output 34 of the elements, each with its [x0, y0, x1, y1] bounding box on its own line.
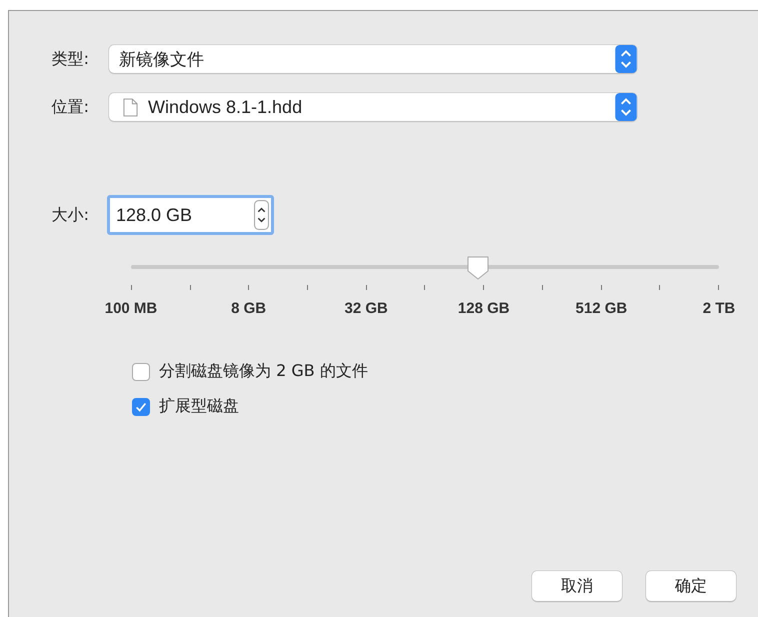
tick-label: 2 TB [702, 300, 736, 317]
tick-mark [131, 285, 132, 290]
tick-label: 32 GB [344, 300, 388, 317]
slider-thumb[interactable] [466, 255, 490, 281]
tick-label: 512 GB [576, 300, 628, 317]
tick-mark [542, 285, 543, 290]
tick-mark [307, 285, 308, 290]
tick-mark [718, 285, 719, 290]
tick-mark [366, 285, 367, 290]
location-popup[interactable]: Windows 8.1-1.hdd [109, 93, 637, 121]
tick-label: 100 MB [104, 300, 158, 317]
tick-label: 8 GB [231, 300, 266, 317]
type-popup[interactable]: 新镜像文件 [109, 45, 637, 73]
tick-mark [248, 285, 250, 290]
checkbox-label: 分割磁盘镜像为 2 GB 的文件 [159, 361, 368, 382]
checkbox[interactable] [132, 362, 150, 380]
type-label: 类型: [50, 48, 90, 70]
tick-mark [483, 285, 484, 290]
size-slider[interactable] [131, 255, 719, 281]
checkbox-label: 扩展型磁盘 [159, 396, 239, 417]
file-icon [123, 98, 138, 116]
checkbox[interactable] [132, 398, 150, 416]
ok-button[interactable]: 确定 [646, 571, 736, 601]
tick-mark [600, 285, 602, 290]
popup-arrows-icon [615, 93, 637, 121]
tick-label: 128 GB [458, 300, 510, 317]
popup-arrows-icon [615, 45, 637, 73]
tick-mark [659, 285, 660, 290]
size-label: 大小: [50, 204, 90, 226]
location-label: 位置: [50, 96, 90, 118]
stepper-icon[interactable] [254, 200, 269, 230]
cancel-button[interactable]: 取消 [532, 571, 622, 601]
tick-mark [190, 285, 191, 290]
tick-mark [424, 285, 426, 290]
